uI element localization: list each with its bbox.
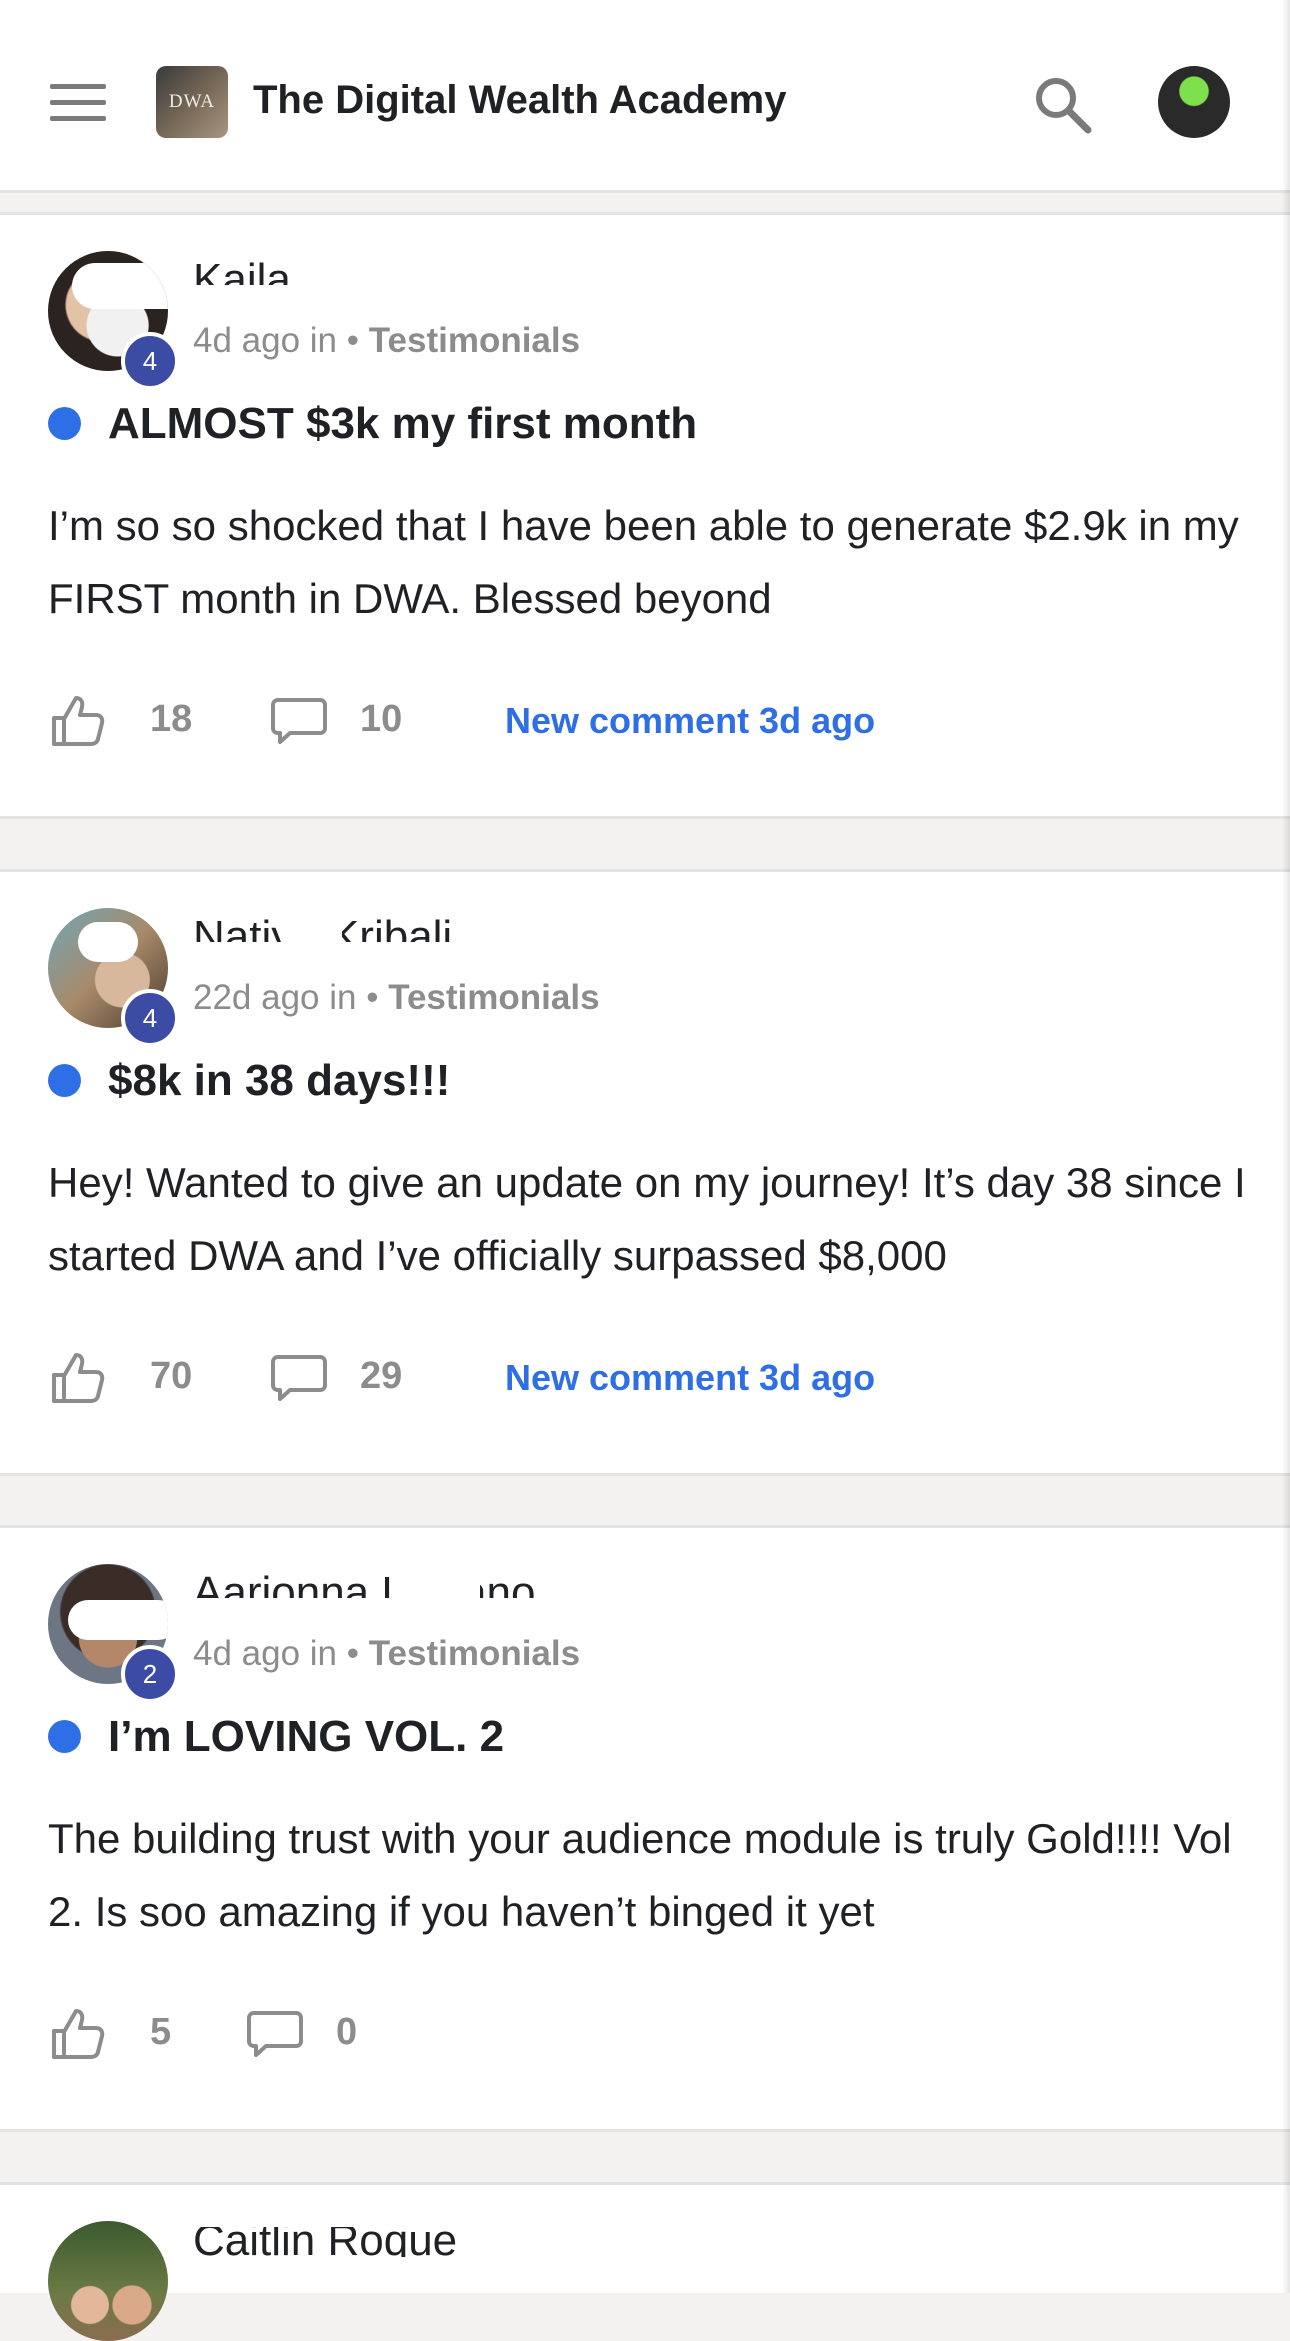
comment-count: 0 — [336, 2011, 358, 2053]
redaction-mark — [290, 247, 410, 287]
post-body[interactable]: Hey! Wanted to give an update on my jour… — [48, 1146, 1248, 1292]
redaction-mark — [78, 922, 138, 962]
community-logo[interactable]: DWA — [156, 66, 228, 138]
like-count: 5 — [150, 2011, 172, 2053]
like-icon[interactable] — [48, 692, 106, 750]
post-meta: 4d ago in • Testimonials — [193, 321, 581, 360]
level-badge: 4 — [121, 989, 179, 1047]
comment-count: 10 — [360, 698, 403, 740]
unread-dot — [48, 407, 81, 440]
post-meta: 4d ago in • Testimonials — [193, 1634, 581, 1673]
unread-dot — [48, 1064, 81, 1097]
like-count: 18 — [150, 698, 193, 740]
post-card[interactable]: Caitlin Roque — [0, 2182, 1290, 2341]
comment-icon[interactable] — [270, 1349, 328, 1407]
hamburger-menu-icon[interactable] — [50, 84, 106, 124]
post-title[interactable]: $8k in 38 days!!! — [108, 1056, 450, 1106]
unread-dot — [48, 1720, 81, 1753]
post-meta: 22d ago in • Testimonials — [193, 978, 600, 1017]
post-body[interactable]: I’m so so shocked that I have been able … — [48, 489, 1248, 635]
level-badge: 4 — [121, 332, 179, 390]
like-icon[interactable] — [48, 1349, 106, 1407]
post-card[interactable]: 2 Aarionna Luciano 4d ago in • Testimoni… — [0, 1525, 1290, 2132]
app-title[interactable]: The Digital Wealth Academy — [253, 72, 786, 128]
level-badge: 2 — [121, 1645, 179, 1703]
comment-count: 29 — [360, 1355, 403, 1397]
post-time: 4d ago in — [193, 321, 338, 360]
post-card[interactable]: 4 Natiya Kribali 22d ago in • Testimonia… — [0, 869, 1290, 1476]
post-time: 22d ago in — [193, 978, 357, 1017]
category-link[interactable]: Testimonials — [388, 978, 599, 1017]
author-avatar[interactable] — [48, 2221, 168, 2341]
like-count: 70 — [150, 1355, 193, 1397]
author-name[interactable]: Aarionna Luciano — [193, 1560, 535, 1598]
redaction-mark — [390, 1560, 480, 1600]
comment-icon[interactable] — [246, 2005, 304, 2063]
post-title[interactable]: ALMOST $3k my first month — [108, 399, 697, 449]
post-body[interactable]: The building trust with your audience mo… — [48, 1802, 1248, 1948]
user-avatar[interactable] — [1158, 66, 1230, 138]
author-name[interactable]: Caitlin Roque — [193, 2227, 457, 2257]
search-icon[interactable] — [1030, 72, 1096, 138]
category-link[interactable]: Testimonials — [369, 1634, 580, 1673]
new-comment-link[interactable]: New comment 3d ago — [505, 700, 875, 742]
like-icon[interactable] — [48, 2005, 106, 2063]
logo-text: DWA — [168, 91, 216, 112]
redaction-mark — [68, 1600, 168, 1640]
redaction-mark — [72, 263, 168, 309]
post-time: 4d ago in — [193, 1634, 338, 1673]
new-comment-link[interactable]: New comment 3d ago — [505, 1357, 875, 1399]
post-card[interactable]: 4 Kaila Lugo 4d ago in • Testimonials AL… — [0, 212, 1290, 819]
comment-icon[interactable] — [270, 692, 328, 750]
redaction-mark — [282, 904, 342, 944]
category-link[interactable]: Testimonials — [369, 321, 580, 360]
app-header: DWA The Digital Wealth Academy — [0, 0, 1290, 193]
scroll-edge-shadow — [1282, 0, 1290, 2293]
post-title[interactable]: I’m LOVING VOL. 2 — [108, 1712, 504, 1762]
